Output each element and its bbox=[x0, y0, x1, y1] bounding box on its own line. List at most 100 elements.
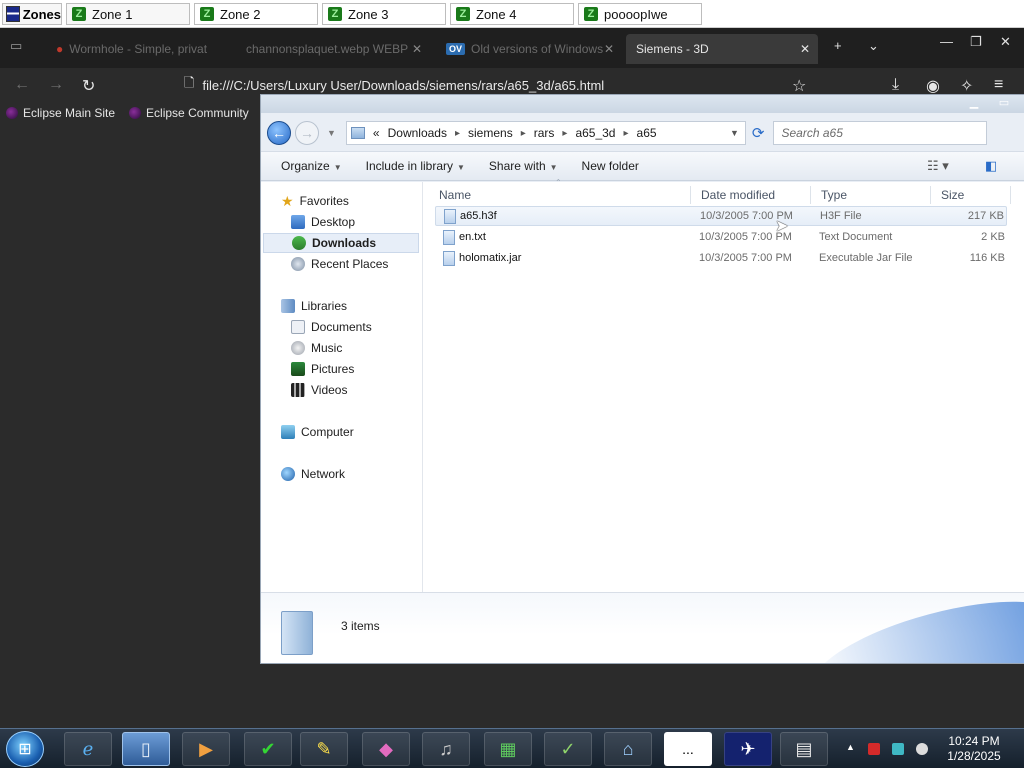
tab-overview-icon[interactable]: ▭ bbox=[10, 38, 22, 54]
explorer-titlebar[interactable]: ▁ ▭ bbox=[261, 95, 1024, 113]
breadcrumb-arrow-icon[interactable]: ▸ bbox=[562, 128, 567, 139]
nav-downloads[interactable]: Downloads bbox=[263, 233, 419, 253]
column-header-type[interactable]: Type bbox=[811, 186, 931, 204]
browser-tab-siemens[interactable]: Siemens - 3D ✕ bbox=[626, 34, 818, 64]
network-tray-icon[interactable] bbox=[892, 743, 904, 755]
explorer-window: ▁ ▭ ← → ▼ « Downloads ▸ siemens ▸ rars ▸… bbox=[260, 94, 1024, 664]
document-window-icon[interactable]: ▤ bbox=[780, 732, 828, 766]
bookmark-eclipse-main[interactable]: Eclipse Main Site bbox=[6, 106, 115, 120]
install-icon[interactable]: ✓ bbox=[544, 732, 592, 766]
sort-up-icon: ⌃ bbox=[555, 178, 562, 187]
browser-tab-old-windows[interactable]: OV Old versions of Windows ✕ bbox=[436, 34, 622, 64]
forward-arrow-icon[interactable]: → bbox=[48, 76, 64, 94]
close-tab-icon[interactable]: ✕ bbox=[800, 42, 810, 56]
nav-pictures[interactable]: Pictures bbox=[291, 359, 354, 379]
page-icon: 🗋 bbox=[184, 75, 195, 90]
zone-tab-1[interactable]: Z Zone 1 bbox=[66, 3, 190, 25]
breadcrumb[interactable]: « Downloads ▸ siemens ▸ rars ▸ a65_3d ▸ … bbox=[345, 121, 746, 145]
breadcrumb-item[interactable]: rars bbox=[534, 126, 555, 140]
nav-computer[interactable]: Computer bbox=[281, 422, 354, 442]
flag-icon[interactable] bbox=[868, 743, 880, 755]
extensions-icon[interactable]: ✧ bbox=[960, 76, 973, 96]
search-input[interactable]: Search a65 bbox=[772, 121, 987, 145]
file-row[interactable]: en.txt 10/3/2005 7:00 PM Text Document 2… bbox=[435, 227, 1007, 247]
nav-libraries[interactable]: Libraries bbox=[281, 296, 347, 316]
minimize-icon[interactable]: — bbox=[940, 34, 953, 49]
pink-app-icon[interactable]: ◆ bbox=[362, 732, 410, 766]
breadcrumb-item[interactable]: Downloads bbox=[388, 126, 447, 140]
nav-music[interactable]: Music bbox=[291, 338, 342, 358]
file-row[interactable]: holomatix.jar 10/3/2005 7:00 PM Executab… bbox=[435, 248, 1007, 268]
new-folder-button[interactable]: New folder bbox=[582, 159, 639, 173]
zone-tab-3[interactable]: Z Zone 3 bbox=[322, 3, 446, 25]
start-button[interactable]: ⊞ bbox=[6, 731, 44, 767]
browser-tab-webp[interactable]: channonsplaquet.webp WEBP ✕ bbox=[236, 34, 430, 64]
internet-explorer-icon[interactable]: ℯ bbox=[64, 732, 112, 766]
breadcrumb-arrow-icon[interactable]: ▸ bbox=[623, 128, 628, 139]
breadcrumb-arrow-icon[interactable]: ▸ bbox=[455, 128, 460, 139]
app-ffp-icon[interactable]: ✔ bbox=[244, 732, 292, 766]
taskbar: ⊞ ℯ ▯ ▶ ✔ ✎ ◆ ♫ ▦ ✓ ⌂ ... ✈ ▤ ▲ 10:24 PM… bbox=[0, 728, 1024, 768]
browser-tab-wormhole[interactable]: ● Wormhole - Simple, privat bbox=[46, 34, 234, 64]
nav-label: Downloads bbox=[312, 236, 377, 250]
zones-menu-button[interactable]: Zones bbox=[2, 3, 62, 25]
media-player-icon[interactable]: ▶ bbox=[182, 732, 230, 766]
ellipsis-app-icon[interactable]: ... bbox=[664, 732, 712, 766]
recent-locations-chevron-icon[interactable]: ▼ bbox=[327, 128, 336, 138]
explorer-minimize-icon[interactable]: ▁ bbox=[961, 96, 987, 110]
navigation-pane: ★ Favorites Desktop Downloads Recent Pla… bbox=[261, 182, 423, 592]
explorer-back-button[interactable]: ← bbox=[267, 121, 291, 145]
menu-icon[interactable]: ≡ bbox=[994, 76, 1003, 94]
close-window-icon[interactable]: ✕ bbox=[1000, 34, 1011, 50]
column-header-name[interactable]: Name bbox=[429, 186, 691, 204]
spreadsheet-icon[interactable]: ▦ bbox=[484, 732, 532, 766]
include-in-library-button[interactable]: Include in library ▼ bbox=[366, 159, 465, 173]
tab-list-chevron-icon[interactable]: ⌄ bbox=[868, 38, 879, 54]
explorer-forward-button[interactable]: → bbox=[295, 121, 319, 145]
plane-app-icon[interactable]: ✈ bbox=[724, 732, 772, 766]
nav-videos[interactable]: Videos bbox=[291, 380, 347, 400]
close-tab-icon[interactable]: ✕ bbox=[412, 42, 422, 56]
share-with-button[interactable]: Share with ▼ bbox=[489, 159, 558, 173]
breadcrumb-item[interactable]: a65_3d bbox=[575, 126, 615, 140]
file-row[interactable]: a65.h3f 10/3/2005 7:00 PM H3F File 217 K… bbox=[435, 206, 1007, 226]
bookmark-eclipse-community[interactable]: Eclipse Community bbox=[129, 106, 249, 120]
explorer-maximize-icon[interactable]: ▭ bbox=[991, 96, 1017, 110]
nav-recent-places[interactable]: Recent Places bbox=[291, 254, 388, 274]
column-header-size[interactable]: Size bbox=[931, 186, 1011, 204]
preview-pane-icon[interactable]: ◧ bbox=[985, 158, 997, 174]
reload-icon[interactable]: ↻ bbox=[82, 76, 95, 96]
explorer-taskbar-icon[interactable]: ▯ bbox=[122, 732, 170, 766]
nav-desktop[interactable]: Desktop bbox=[291, 212, 355, 232]
bookmark-star-icon[interactable]: ☆ bbox=[792, 76, 806, 96]
nav-favorites[interactable]: ★ Favorites bbox=[281, 191, 349, 211]
refresh-icon[interactable]: ⟳ bbox=[752, 124, 765, 142]
column-header-date[interactable]: Date modified bbox=[691, 186, 811, 204]
music-sheet-icon[interactable]: ♫ bbox=[422, 732, 470, 766]
nav-network[interactable]: Network bbox=[281, 464, 345, 484]
zone-tab-5[interactable]: Z poooopIwe bbox=[578, 3, 702, 25]
clock[interactable]: 10:24 PM 1/28/2025 bbox=[944, 734, 1004, 764]
back-arrow-icon[interactable]: ← bbox=[14, 76, 30, 94]
breadcrumb-overflow[interactable]: « bbox=[373, 126, 380, 140]
view-options-icon[interactable]: ☷ ▾ bbox=[927, 158, 949, 174]
desktop-icon bbox=[291, 215, 305, 229]
breadcrumb-arrow-icon[interactable]: ▸ bbox=[521, 128, 526, 139]
volume-icon[interactable] bbox=[916, 743, 928, 755]
account-icon[interactable]: ◉ bbox=[926, 76, 940, 96]
network-tool-icon[interactable]: ⌂ bbox=[604, 732, 652, 766]
nav-documents[interactable]: Documents bbox=[291, 317, 372, 337]
restore-icon[interactable]: ❐ bbox=[970, 34, 982, 50]
nav-label: Music bbox=[311, 341, 343, 355]
zone-tab-2[interactable]: Z Zone 2 bbox=[194, 3, 318, 25]
new-tab-icon[interactable]: + bbox=[834, 38, 842, 53]
close-tab-icon[interactable]: ✕ bbox=[604, 42, 614, 56]
pencil-app-icon[interactable]: ✎ bbox=[300, 732, 348, 766]
address-dropdown-icon[interactable]: ▼ bbox=[730, 128, 739, 138]
tray-expand-icon[interactable]: ▲ bbox=[846, 742, 855, 752]
breadcrumb-item[interactable]: siemens bbox=[468, 126, 513, 140]
downloads-icon[interactable]: ⤓ bbox=[892, 76, 899, 94]
organize-button[interactable]: Organize ▼ bbox=[281, 159, 342, 173]
zone-tab-4[interactable]: Z Zone 4 bbox=[450, 3, 574, 25]
breadcrumb-item[interactable]: a65 bbox=[637, 126, 657, 140]
